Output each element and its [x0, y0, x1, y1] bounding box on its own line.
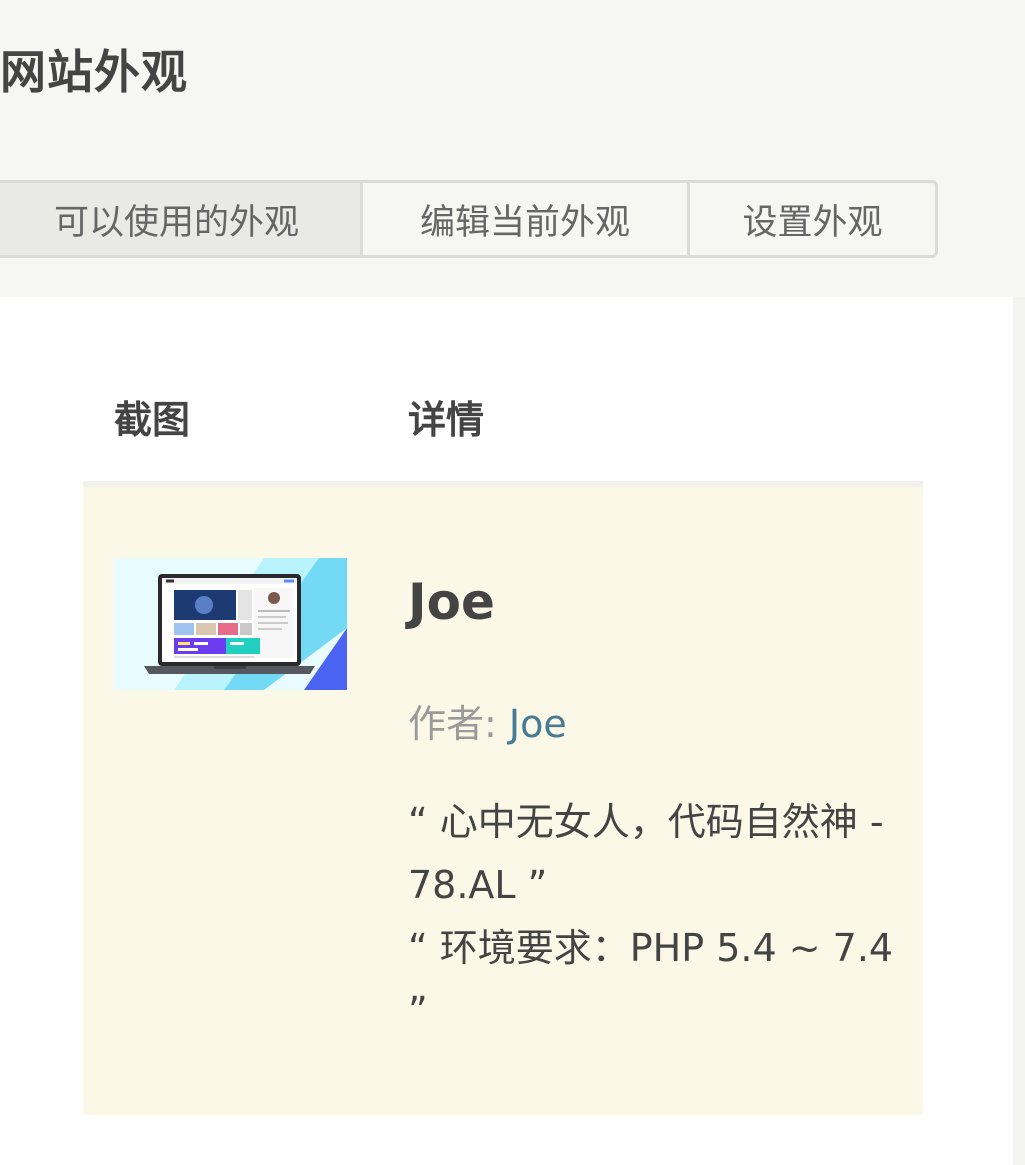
themes-table: 截图 详情 Joe 作者: Joe “ 心中无女人，代码自然神 - 78.AL … [83, 297, 923, 1115]
description-line: “ 心中无女人，代码自然神 - 78.AL ” [408, 800, 884, 907]
table-header: 截图 详情 [83, 297, 923, 487]
author-label: 作者: [408, 702, 509, 746]
themes-panel: 截图 详情 Joe 作者: Joe “ 心中无女人，代码自然神 - 78.AL … [0, 297, 1013, 1165]
table-row: Joe 作者: Joe “ 心中无女人，代码自然神 - 78.AL ” “ 环境… [83, 487, 923, 1115]
theme-screenshot[interactable] [114, 558, 347, 690]
author-link[interactable]: Joe [509, 702, 567, 746]
tab-edit-current-theme[interactable]: 编辑当前外观 [360, 180, 690, 258]
page-scrollbar[interactable] [1013, 297, 1025, 1165]
column-header-details: 详情 [408, 398, 485, 442]
appearance-page: 网站外观 可以使用的外观 编辑当前外观 设置外观 截图 详情 Joe 作者: J… [0, 0, 1025, 1165]
theme-name: Joe [408, 573, 495, 631]
column-header-screenshot: 截图 [114, 398, 191, 442]
laptop-preview-image [114, 558, 347, 690]
page-title: 网站外观 [0, 45, 188, 99]
theme-description: “ 心中无女人，代码自然神 - 78.AL ” “ 环境要求：PHP 5.4 ~… [408, 791, 898, 1043]
theme-author: 作者: Joe [408, 693, 567, 748]
tab-theme-settings[interactable]: 设置外观 [687, 180, 938, 258]
description-line: “ 环境要求：PHP 5.4 ~ 7.4 ” [408, 926, 894, 1033]
tab-available-themes[interactable]: 可以使用的外观 [0, 180, 363, 258]
tab-bar: 可以使用的外观 编辑当前外观 设置外观 [0, 180, 938, 258]
